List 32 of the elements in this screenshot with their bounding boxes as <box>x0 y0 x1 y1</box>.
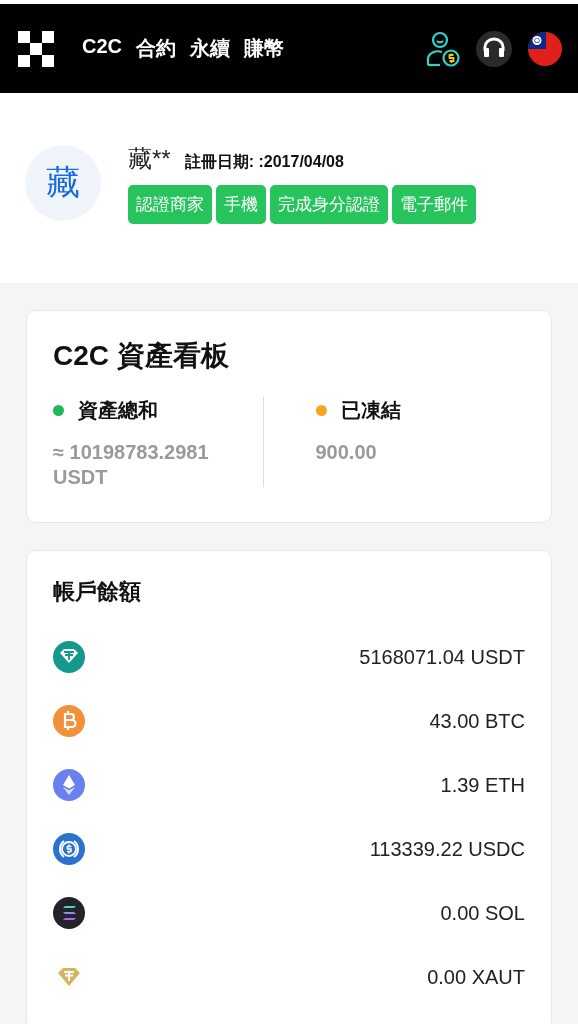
user-coin-icon[interactable] <box>426 30 460 67</box>
verification-tag: 手機 <box>216 185 266 224</box>
coin-icon <box>53 769 85 801</box>
flag-icon[interactable] <box>528 31 562 66</box>
nav-link[interactable]: C2C <box>82 35 122 62</box>
nav-link[interactable]: 賺幣 <box>244 35 284 62</box>
balance-amount: 0.00 XAUT <box>427 965 525 989</box>
nav-link[interactable]: 永續 <box>190 35 230 62</box>
coin-icon <box>53 833 85 865</box>
balance-amount: 43.00 BTC <box>429 709 525 733</box>
nav-link[interactable]: 合約 <box>136 35 176 62</box>
balance-amount: 5168071.04 USDT <box>359 645 525 669</box>
verification-tag: 電子郵件 <box>392 185 476 224</box>
coin-icon <box>53 705 85 737</box>
registration-date: 註冊日期: :2017/04/08 <box>184 152 344 172</box>
coin-icon <box>53 897 85 929</box>
balance-amount: 0.00 SOL <box>440 901 525 925</box>
stat-label: 已凍結 <box>340 398 401 423</box>
coin-icon <box>53 641 85 673</box>
balance-title: 帳戶餘額 <box>53 578 142 606</box>
balance-amount: 1.39 ETH <box>440 773 525 797</box>
logo-icon[interactable] <box>18 30 54 67</box>
verification-tag: 認證商家 <box>128 185 212 224</box>
avatar: 藏 <box>25 145 101 221</box>
board-title: C2C 資產看板 <box>53 339 230 373</box>
stat-value: 900.00 <box>315 440 378 465</box>
verification-tag: 完成身分認證 <box>270 185 388 224</box>
stat-value: ≈ 10198783.2981 USDT <box>53 440 210 490</box>
balance-amount: 113339.22 USDC <box>369 837 525 861</box>
headset-icon[interactable] <box>476 30 512 67</box>
user-name: 藏** <box>128 144 171 174</box>
stat-label: 資產總和 <box>78 398 158 423</box>
